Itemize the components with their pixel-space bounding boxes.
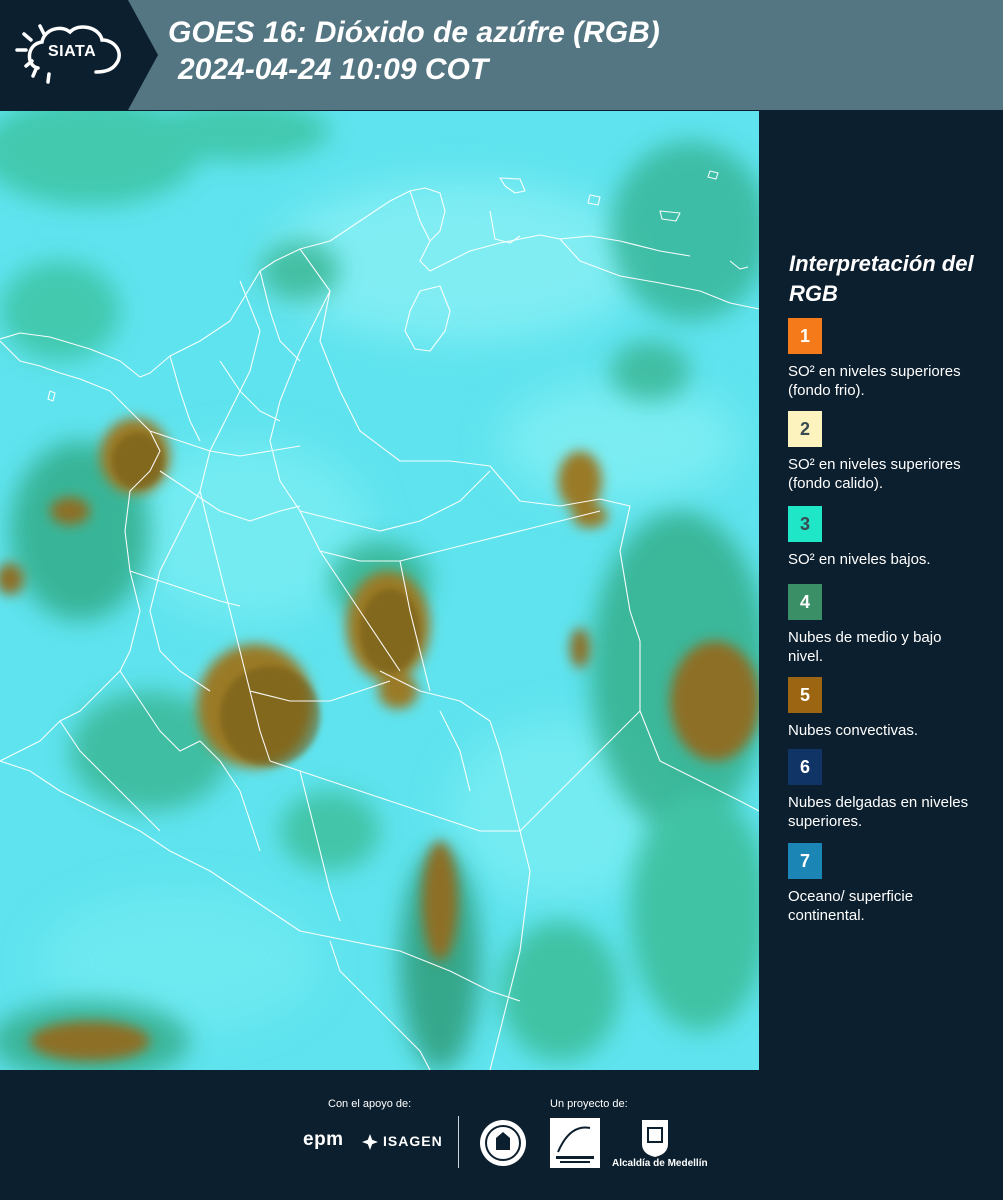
legend-item-label: SO² en niveles superiores (fondo calido)… xyxy=(788,456,961,492)
legend-swatch: 4 xyxy=(788,584,822,620)
sponsor-epm-logo[interactable]: epm xyxy=(303,1129,344,1151)
legend-item: 6 Nubes delgadas en niveles superiores. xyxy=(788,749,988,831)
legend-panel: Interpretación del RGB 1 SO² en niveles s… xyxy=(760,111,1003,1070)
satellite-map[interactable] xyxy=(0,111,759,1070)
isagen-icon xyxy=(362,1134,378,1150)
legend-swatch: 2 xyxy=(788,411,822,447)
header-bar: SIATA GOES 16: Dióxido de azúfre (RGB) 2… xyxy=(0,0,1003,110)
support-label: Con el apoyo de: xyxy=(328,1098,412,1110)
legend-item: 5 Nubes convectivas. xyxy=(788,677,988,740)
area-metropolitana-logo-icon[interactable] xyxy=(550,1118,600,1168)
legend-item: 3 SO² en niveles bajos. xyxy=(788,506,988,569)
legend-item-label: SO² en niveles bajos. xyxy=(788,551,931,568)
legend-title: Interpretación del RGB xyxy=(789,251,974,306)
logo-text: SIATA xyxy=(48,43,97,60)
page-title: GOES 16: Dióxido de azúfre (RGB) xyxy=(168,16,660,49)
legend-swatch: 3 xyxy=(788,506,822,542)
legend-swatch: 1 xyxy=(788,318,822,354)
map-image xyxy=(0,111,759,1070)
alcaldia-shield-icon[interactable] xyxy=(640,1118,670,1158)
legend-item: 1 SO² en niveles superiores (fondo frio). xyxy=(788,318,988,400)
footer: Con el apoyo de: Un proyecto de: epm ISA… xyxy=(0,1070,1003,1200)
page-subtitle: 2024-04-24 10:09 COT xyxy=(178,53,489,86)
legend-swatch: 5 xyxy=(788,677,822,713)
legend-item-label: SO² en niveles superiores (fondo frio). xyxy=(788,363,961,399)
legend-swatch: 6 xyxy=(788,749,822,785)
sponsor-isagen-logo[interactable]: ISAGEN xyxy=(383,1133,443,1149)
medellin-seal-icon[interactable] xyxy=(478,1118,528,1168)
legend-item: 2 SO² en niveles superiores (fondo calido… xyxy=(788,411,988,493)
legend-item: 4 Nubes de medio y bajo nivel. xyxy=(788,584,988,666)
alcaldia-label: Alcaldía de Medellín xyxy=(612,1158,708,1169)
legend-item-label: Oceano/ superficie continental. xyxy=(788,888,914,924)
footer-divider xyxy=(458,1116,459,1168)
legend-swatch: 7 xyxy=(788,843,822,879)
legend-item: 7 Oceano/ superficie continental. xyxy=(788,843,988,925)
legend-item-label: Nubes delgadas en niveles superiores. xyxy=(788,794,969,830)
project-label: Un proyecto de: xyxy=(550,1098,628,1110)
siata-logo[interactable]: SIATA xyxy=(0,0,160,110)
page-title-block: GOES 16: Dióxido de azúfre (RGB) 2024-04… xyxy=(168,14,660,88)
legend-item-label: Nubes de medio y bajo nivel. xyxy=(788,629,942,665)
legend-item-label: Nubes convectivas. xyxy=(788,722,919,739)
